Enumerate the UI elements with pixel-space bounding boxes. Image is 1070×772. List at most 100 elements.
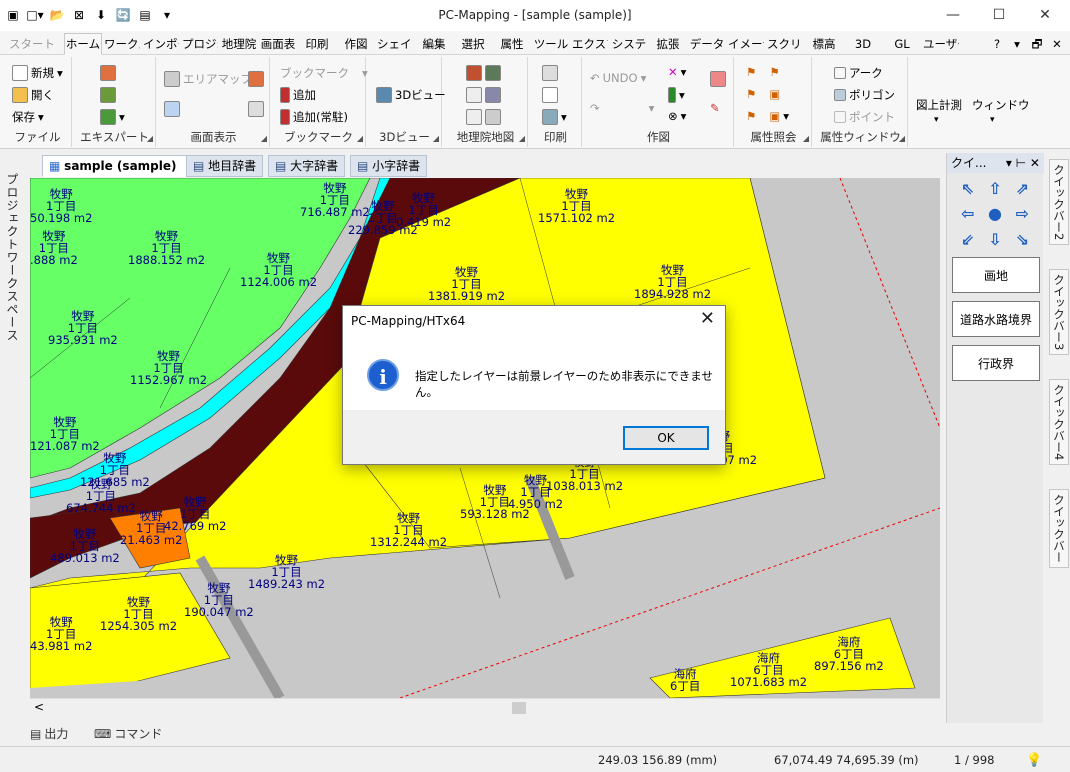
window-button[interactable]: ウィンドウ — [972, 97, 1030, 113]
attr-flag-button[interactable]: ⚑ ⚑ — [746, 65, 780, 79]
screen-button-2[interactable] — [248, 71, 264, 87]
tab-print[interactable]: 印刷 — [298, 33, 336, 55]
expert-button-1[interactable] — [100, 65, 116, 81]
measure-dropdown-icon[interactable]: ▾ — [934, 115, 939, 125]
gsi-button-2[interactable] — [466, 87, 501, 103]
command-tab[interactable]: ⌨ コマンド — [94, 725, 162, 742]
dialog-close-button[interactable]: ✕ — [700, 308, 715, 329]
tab-system[interactable]: システ — [610, 33, 648, 55]
scroll-left-icon[interactable]: < — [34, 700, 44, 714]
help-icon[interactable]: ? — [988, 33, 1006, 55]
pan-left-icon[interactable]: ⇦ — [955, 202, 980, 225]
expert-button-3[interactable]: ▾ — [100, 109, 125, 125]
draw-pen-button[interactable]: ▾ — [668, 87, 685, 103]
3dview-launcher-icon[interactable]: ◢ — [433, 134, 439, 143]
draw-cross-button[interactable]: ✕ ▾ — [668, 65, 686, 79]
pan-down-icon[interactable]: ⇩ — [982, 228, 1007, 251]
new-button[interactable]: 新規 ▾ — [12, 65, 63, 81]
tab-3d[interactable]: 3D — [844, 33, 882, 55]
output-tab[interactable]: ▤ 出力 — [30, 725, 68, 742]
scroll-thumb[interactable] — [512, 702, 526, 714]
fullscreen-button[interactable] — [164, 101, 180, 117]
eraser-button[interactable] — [710, 71, 726, 87]
print-button-1[interactable] — [542, 65, 558, 81]
quickbar4-tab[interactable]: クイックバー4 — [1049, 379, 1069, 466]
window-dropdown-icon[interactable]: ▾ — [990, 115, 995, 125]
print-preview-button[interactable] — [542, 87, 558, 103]
pan-down-left-icon[interactable]: ⇙ — [955, 228, 980, 251]
save-button[interactable]: 保存 ▾ — [12, 109, 44, 125]
tab-edit[interactable]: 編集 — [415, 33, 453, 55]
point-button[interactable]: ポイント — [834, 109, 895, 125]
tab-select[interactable]: 選択 — [454, 33, 492, 55]
pan-center-icon[interactable]: ● — [982, 202, 1007, 225]
quickbar-tab[interactable]: クイックバー — [1049, 489, 1069, 568]
redo-button[interactable]: ↷ ▾ — [590, 101, 654, 115]
tab-shape[interactable]: シェイン — [376, 33, 414, 55]
undo-button[interactable]: ↶ UNDO ▾ — [590, 71, 646, 85]
admin-boundary-button[interactable]: 行政界 — [952, 345, 1040, 381]
ok-button[interactable]: OK — [623, 426, 709, 450]
tab-draw[interactable]: 作図 — [337, 33, 375, 55]
tab-attribute[interactable]: 属性 — [493, 33, 531, 55]
tab-script[interactable]: スクリン — [766, 33, 804, 55]
pan-up-right-icon[interactable]: ⇗ — [1010, 177, 1035, 200]
tab-data[interactable]: データ — [688, 33, 726, 55]
arc-button[interactable]: アーク — [834, 65, 883, 81]
tab-home[interactable]: ホーム — [64, 33, 102, 55]
bookmark-dropdown[interactable]: ブックマーク ▾ — [280, 65, 368, 81]
attr-launcher-icon[interactable]: ◢ — [803, 134, 809, 143]
road-water-boundary-button[interactable]: 道路水路境界 — [952, 301, 1040, 337]
picker-button[interactable]: ✎ — [710, 101, 720, 115]
tab-extend[interactable]: 拡張 — [649, 33, 687, 55]
gsi-button-3[interactable] — [466, 109, 501, 125]
parcel-layer-button[interactable]: 画地 — [952, 257, 1040, 293]
tab-gsi[interactable]: 地理院 — [220, 33, 258, 55]
tab-screen[interactable]: 画面表 — [259, 33, 297, 55]
doc-tab-sample[interactable]: ▦ sample (sample) ✕ — [42, 155, 204, 177]
screen-launcher-icon[interactable]: ◢ — [261, 134, 267, 143]
quickbar3-tab[interactable]: クイックバー3 — [1049, 269, 1069, 356]
draw-node-button[interactable]: ⊗ ▾ — [668, 109, 686, 123]
close-button[interactable]: ✕ — [1022, 0, 1068, 31]
tab-image[interactable]: イメージ — [727, 33, 765, 55]
tab-elevation[interactable]: 標高 — [805, 33, 843, 55]
pan-right-icon[interactable]: ⇨ — [1010, 202, 1035, 225]
gsi-button-1[interactable] — [466, 65, 501, 81]
doc-tab-chimoku[interactable]: ▤ 地目辞書 — [186, 155, 264, 177]
gsi-launcher-icon[interactable]: ◢ — [519, 134, 525, 143]
tab-export[interactable]: エクスプ — [571, 33, 609, 55]
area-map-button[interactable]: エリアマップ — [164, 71, 252, 87]
expert-button-2[interactable] — [100, 87, 116, 103]
tab-tools[interactable]: ツール — [532, 33, 570, 55]
3dview-button[interactable]: 3Dビュー — [376, 87, 446, 103]
print-button-3[interactable]: ▾ — [542, 109, 567, 125]
quickbar-pin-close[interactable]: ▾ ⊢ ✕ — [1006, 153, 1040, 173]
horizontal-scrollbar[interactable]: < — [30, 698, 940, 716]
tab-project[interactable]: プロジ: — [181, 33, 219, 55]
attr-list-button[interactable]: ⚑ ▣ ▾ — [746, 109, 789, 123]
tab-import[interactable]: インポー — [142, 33, 180, 55]
pan-down-right-icon[interactable]: ⇘ — [1010, 228, 1035, 251]
screen-button-3[interactable] — [248, 101, 264, 117]
restore-doc-icon[interactable]: 🗗 — [1028, 33, 1046, 55]
pan-up-icon[interactable]: ⇧ — [982, 177, 1007, 200]
tab-workspace[interactable]: ワークス — [103, 33, 141, 55]
bookmark-add-always-button[interactable]: 追加(常駐) — [280, 109, 348, 125]
tab-user[interactable]: ユーザー — [922, 33, 960, 55]
ribbon-dropdown-icon[interactable]: ▾ — [1008, 33, 1026, 55]
attr-query-button[interactable]: ⚑ ▣ — [746, 87, 780, 101]
pan-up-left-icon[interactable]: ⇖ — [955, 177, 980, 200]
tab-gl[interactable]: GL — [883, 33, 921, 55]
bookmark-launcher-icon[interactable]: ◢ — [357, 134, 363, 143]
close-doc-icon[interactable]: ✕ — [1048, 33, 1066, 55]
maximize-button[interactable]: ☐ — [976, 0, 1022, 31]
open-button[interactable]: 開く — [12, 87, 54, 103]
attrwin-launcher-icon[interactable]: ◢ — [899, 134, 905, 143]
expert-launcher-icon[interactable]: ◢ — [147, 134, 153, 143]
measure-button[interactable]: 図上計測 — [916, 97, 962, 113]
doc-tab-oaza[interactable]: ▤ 大字辞書 — [268, 155, 346, 177]
tab-start[interactable]: スタート — [4, 33, 60, 55]
project-workspace-tab[interactable]: プロジェクトワークスペース — [4, 173, 21, 342]
minimize-button[interactable]: — — [930, 0, 976, 31]
